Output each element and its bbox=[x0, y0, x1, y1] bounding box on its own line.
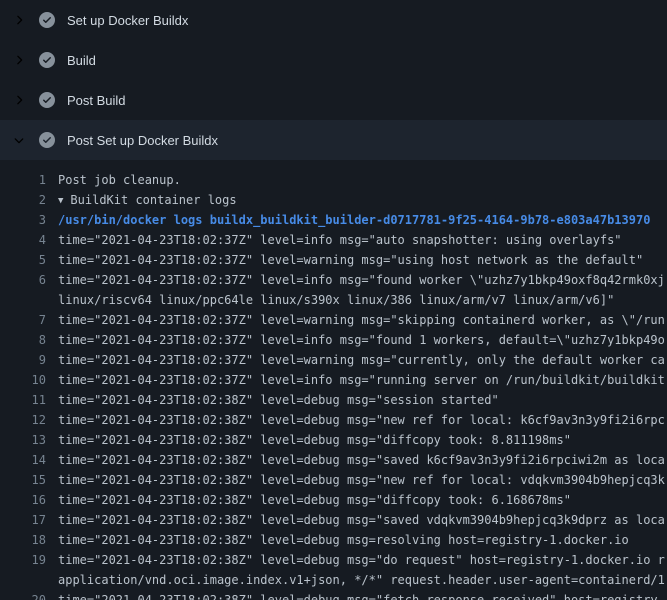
line-number[interactable]: 10 bbox=[0, 370, 46, 390]
log-text: time="2021-04-23T18:02:38Z" level=debug … bbox=[58, 410, 665, 430]
log-text: linux/riscv64 linux/ppc64le linux/s390x … bbox=[58, 290, 614, 310]
log-text: time="2021-04-23T18:02:38Z" level=debug … bbox=[58, 470, 665, 490]
log-text: time="2021-04-23T18:02:38Z" level=debug … bbox=[58, 390, 499, 410]
line-number[interactable]: 7 bbox=[0, 310, 46, 330]
log-line: 10 time="2021-04-23T18:02:37Z" level=info… bbox=[0, 370, 667, 390]
log-line: 1 Post job cleanup. bbox=[0, 170, 667, 190]
log-line: 7 time="2021-04-23T18:02:37Z" level=warni… bbox=[0, 310, 667, 330]
log-line: application/vnd.oci.image.index.v1+json,… bbox=[0, 570, 667, 590]
line-number[interactable]: 6 bbox=[0, 270, 46, 290]
log-text: time="2021-04-23T18:02:37Z" level=warnin… bbox=[58, 310, 665, 330]
log-text: time="2021-04-23T18:02:37Z" level=warnin… bbox=[58, 250, 643, 270]
line-number bbox=[0, 290, 46, 310]
steps-list: Set up Docker Buildx Build Post Build Post … bbox=[0, 0, 667, 160]
log-line: 20 time="2021-04-23T18:02:38Z" level=debu… bbox=[0, 590, 667, 600]
log-text[interactable]: ▼ BuildKit container logs bbox=[58, 190, 237, 210]
line-number[interactable]: 4 bbox=[0, 230, 46, 250]
step-header-set-up-docker-buildx[interactable]: Set up Docker Buildx bbox=[0, 0, 667, 40]
line-number[interactable]: 11 bbox=[0, 390, 46, 410]
log-text: time="2021-04-23T18:02:37Z" level=info m… bbox=[58, 370, 665, 390]
log-text: time="2021-04-23T18:02:37Z" level=info m… bbox=[58, 230, 622, 250]
step-label: Post Build bbox=[67, 93, 126, 108]
step-label: Build bbox=[67, 53, 96, 68]
step-label: Set up Docker Buildx bbox=[67, 13, 188, 28]
line-number[interactable]: 3 bbox=[0, 210, 46, 230]
chevron-down-icon[interactable] bbox=[12, 133, 26, 147]
log-text: time="2021-04-23T18:02:37Z" level=warnin… bbox=[58, 350, 665, 370]
log-text: time="2021-04-23T18:02:38Z" level=debug … bbox=[58, 530, 629, 550]
log-line: 12 time="2021-04-23T18:02:38Z" level=debu… bbox=[0, 410, 667, 430]
chevron-right-icon[interactable] bbox=[12, 93, 26, 107]
log-text: time="2021-04-23T18:02:38Z" level=debug … bbox=[58, 510, 665, 530]
log-text: Post job cleanup. bbox=[58, 170, 181, 190]
log-command-text[interactable]: /usr/bin/docker logs buildx_buildkit_bui… bbox=[58, 210, 650, 230]
success-check-icon bbox=[39, 92, 55, 108]
group-expand-icon[interactable]: ▼ bbox=[58, 191, 63, 210]
log-text: time="2021-04-23T18:02:37Z" level=info m… bbox=[58, 330, 665, 350]
log-container: 1 Post job cleanup. 2 ▼ BuildKit container l… bbox=[0, 160, 667, 600]
log-text: time="2021-04-23T18:02:38Z" level=debug … bbox=[58, 590, 658, 600]
log-line: 5 time="2021-04-23T18:02:37Z" level=warni… bbox=[0, 250, 667, 270]
line-number[interactable]: 18 bbox=[0, 530, 46, 550]
log-text: application/vnd.oci.image.index.v1+json,… bbox=[58, 570, 667, 590]
chevron-right-icon[interactable] bbox=[12, 53, 26, 67]
log-line: 4 time="2021-04-23T18:02:37Z" level=info … bbox=[0, 230, 667, 250]
line-number[interactable]: 9 bbox=[0, 350, 46, 370]
step-header-post-build[interactable]: Post Build bbox=[0, 80, 667, 120]
log-line: 11 time="2021-04-23T18:02:38Z" level=debu… bbox=[0, 390, 667, 410]
log-line: 8 time="2021-04-23T18:02:37Z" level=info … bbox=[0, 330, 667, 350]
line-number[interactable]: 19 bbox=[0, 550, 46, 570]
step-header-post-set-up-docker-buildx[interactable]: Post Set up Docker Buildx bbox=[0, 120, 667, 160]
line-number[interactable]: 1 bbox=[0, 170, 46, 190]
log-text: time="2021-04-23T18:02:38Z" level=debug … bbox=[58, 430, 571, 450]
log-line-group: 2 ▼ BuildKit container logs bbox=[0, 190, 667, 210]
line-number[interactable]: 12 bbox=[0, 410, 46, 430]
log-line: linux/riscv64 linux/ppc64le linux/s390x … bbox=[0, 290, 667, 310]
line-number[interactable]: 8 bbox=[0, 330, 46, 350]
line-number bbox=[0, 570, 46, 590]
log-text: time="2021-04-23T18:02:38Z" level=debug … bbox=[58, 550, 665, 570]
log-line: 19 time="2021-04-23T18:02:38Z" level=debu… bbox=[0, 550, 667, 570]
success-check-icon bbox=[39, 12, 55, 28]
line-number[interactable]: 15 bbox=[0, 470, 46, 490]
success-check-icon bbox=[39, 132, 55, 148]
log-line: 13 time="2021-04-23T18:02:38Z" level=debu… bbox=[0, 430, 667, 450]
line-number[interactable]: 13 bbox=[0, 430, 46, 450]
actions-log-viewer: Set up Docker Buildx Build Post Build Post … bbox=[0, 0, 667, 600]
line-number[interactable]: 5 bbox=[0, 250, 46, 270]
log-text: time="2021-04-23T18:02:38Z" level=debug … bbox=[58, 450, 665, 470]
step-label: Post Set up Docker Buildx bbox=[67, 133, 218, 148]
line-number[interactable]: 20 bbox=[0, 590, 46, 600]
log-text: time="2021-04-23T18:02:37Z" level=info m… bbox=[58, 270, 665, 290]
log-text: time="2021-04-23T18:02:38Z" level=debug … bbox=[58, 490, 571, 510]
log-line: 18 time="2021-04-23T18:02:38Z" level=debu… bbox=[0, 530, 667, 550]
success-check-icon bbox=[39, 52, 55, 68]
log-line: 9 time="2021-04-23T18:02:37Z" level=warni… bbox=[0, 350, 667, 370]
line-number[interactable]: 17 bbox=[0, 510, 46, 530]
step-header-build[interactable]: Build bbox=[0, 40, 667, 80]
log-line: 16 time="2021-04-23T18:02:38Z" level=debu… bbox=[0, 490, 667, 510]
line-number[interactable]: 2 bbox=[0, 190, 46, 210]
log-line: 15 time="2021-04-23T18:02:38Z" level=debu… bbox=[0, 470, 667, 490]
log-line-command: 3/usr/bin/docker logs buildx_buildkit_bu… bbox=[0, 210, 667, 230]
line-number[interactable]: 16 bbox=[0, 490, 46, 510]
group-title[interactable]: BuildKit container logs bbox=[70, 193, 236, 207]
log-line: 6 time="2021-04-23T18:02:37Z" level=info … bbox=[0, 270, 667, 290]
log-line: 17 time="2021-04-23T18:02:38Z" level=debu… bbox=[0, 510, 667, 530]
chevron-right-icon[interactable] bbox=[12, 13, 26, 27]
line-number[interactable]: 14 bbox=[0, 450, 46, 470]
log-line: 14 time="2021-04-23T18:02:38Z" level=debu… bbox=[0, 450, 667, 470]
